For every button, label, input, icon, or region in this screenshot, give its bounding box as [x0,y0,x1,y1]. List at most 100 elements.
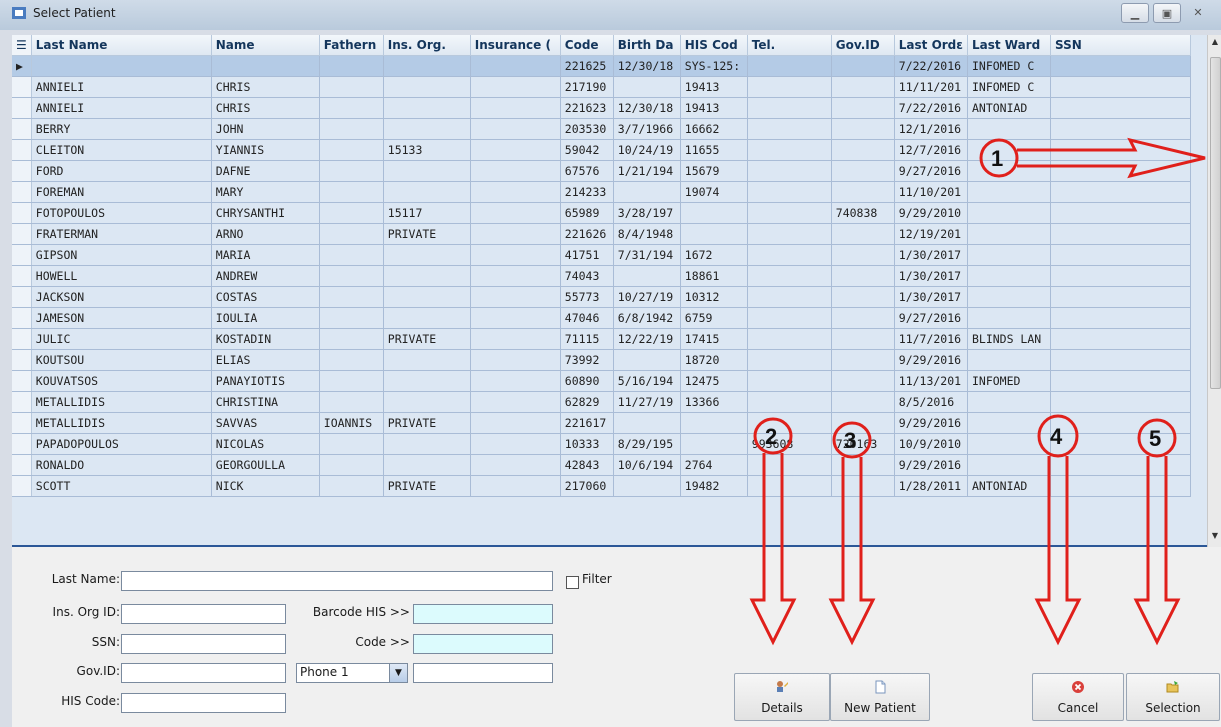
table-cell[interactable] [319,118,384,140]
table-cell[interactable] [1050,118,1191,140]
table-cell[interactable] [613,265,681,287]
table-cell[interactable]: 1/21/194 [613,160,681,182]
table-cell[interactable] [383,433,471,455]
table-cell[interactable] [967,391,1051,413]
table-cell[interactable] [470,433,561,455]
table-cell[interactable]: ANDREW [211,265,320,287]
row-indicator[interactable] [12,76,32,98]
table-cell[interactable] [967,454,1051,476]
table-cell[interactable] [1050,97,1191,119]
table-cell[interactable] [747,160,832,182]
table-cell[interactable]: SCOTT [31,475,212,497]
table-cell[interactable] [319,76,384,98]
table-cell[interactable]: SYS-125: [680,55,748,77]
table-row[interactable]: KOUVATSOS PANAYIOTIS 60890 5/16/194 12475 11/… [12,370,1191,392]
scroll-down-icon[interactable]: ▼ [1208,531,1221,545]
table-cell[interactable]: 15133 [383,139,471,161]
table-cell[interactable]: PRIVATE [383,223,471,245]
patient-grid[interactable]: ☰ Last Name Name Fathern Ins. Org. Insurance … [12,35,1207,547]
row-indicator[interactable] [12,454,32,476]
table-cell[interactable] [470,328,561,350]
table-cell[interactable]: 1/30/2017 [894,265,968,287]
table-cell[interactable] [831,223,895,245]
row-indicator[interactable] [12,412,32,434]
table-cell[interactable] [967,349,1051,371]
table-cell[interactable] [383,55,471,77]
column-header[interactable]: SSN [1050,35,1191,56]
table-cell[interactable] [831,139,895,161]
table-cell[interactable]: 62829 [560,391,614,413]
table-row[interactable]: JULIC KOSTADIN PRIVATE 71115 12/22/19 17415 11… [12,328,1191,350]
table-cell[interactable]: 10/6/194 [613,454,681,476]
table-cell[interactable]: 6/8/1942 [613,307,681,329]
table-cell[interactable]: MARY [211,181,320,203]
table-cell[interactable] [383,349,471,371]
table-cell[interactable] [470,202,561,224]
column-header[interactable]: Code [560,35,614,56]
table-cell[interactable]: HOWELL [31,265,212,287]
table-cell[interactable]: 203530 [560,118,614,140]
table-cell[interactable]: FRATERMAN [31,223,212,245]
table-cell[interactable]: RONALDO [31,454,212,476]
table-cell[interactable]: INFOMED [967,370,1051,392]
table-cell[interactable]: 19074 [680,181,748,203]
table-cell[interactable] [967,202,1051,224]
table-cell[interactable]: 73992 [560,349,614,371]
table-cell[interactable] [967,307,1051,329]
table-cell[interactable]: GEORGOULLA [211,454,320,476]
table-cell[interactable] [383,370,471,392]
table-cell[interactable]: 60890 [560,370,614,392]
table-cell[interactable]: 11/7/2016 [894,328,968,350]
table-cell[interactable]: 217060 [560,475,614,497]
row-indicator[interactable] [12,328,32,350]
table-cell[interactable] [967,286,1051,308]
column-header[interactable]: Gov.ID [831,35,895,56]
table-cell[interactable] [831,454,895,476]
table-cell[interactable]: 7/22/2016 [894,97,968,119]
table-cell[interactable] [1050,160,1191,182]
table-cell[interactable]: 15117 [383,202,471,224]
ins-org-input[interactable] [121,604,286,624]
table-cell[interactable]: 1/30/2017 [894,286,968,308]
table-cell[interactable]: CHRYSANTHI [211,202,320,224]
row-indicator[interactable] [12,139,32,161]
table-cell[interactable]: JAMESON [31,307,212,329]
table-row[interactable]: JAMESON IOULIA 47046 6/8/1942 6759 9/27/2016 [12,307,1191,329]
table-cell[interactable]: IOULIA [211,307,320,329]
table-cell[interactable] [747,139,832,161]
table-cell[interactable] [383,454,471,476]
table-cell[interactable] [470,97,561,119]
table-cell[interactable]: 12/1/2016 [894,118,968,140]
table-cell[interactable]: 41751 [560,244,614,266]
table-cell[interactable] [1050,76,1191,98]
table-cell[interactable] [319,181,384,203]
table-row[interactable]: FRATERMAN ARNO PRIVATE 221626 8/4/1948 12/19/… [12,223,1191,245]
selection-button[interactable]: Selection [1126,673,1220,721]
table-cell[interactable]: 9/29/2016 [894,349,968,371]
table-cell[interactable]: 71115 [560,328,614,350]
column-header[interactable]: Last Ward [967,35,1051,56]
table-cell[interactable]: 12/22/19 [613,328,681,350]
phone-select[interactable]: Phone 1 ▼ [296,663,408,683]
table-cell[interactable] [470,286,561,308]
table-cell[interactable] [967,433,1051,455]
table-cell[interactable]: JOHN [211,118,320,140]
table-cell[interactable] [1050,307,1191,329]
table-cell[interactable] [383,265,471,287]
table-cell[interactable]: 11/27/19 [613,391,681,413]
table-cell[interactable] [831,160,895,182]
table-cell[interactable]: YIANNIS [211,139,320,161]
table-cell[interactable] [747,454,832,476]
table-cell[interactable]: 19482 [680,475,748,497]
table-cell[interactable]: PRIVATE [383,475,471,497]
table-cell[interactable] [747,349,832,371]
table-cell[interactable]: KOUVATSOS [31,370,212,392]
table-cell[interactable]: 214233 [560,181,614,203]
table-cell[interactable] [319,328,384,350]
table-cell[interactable]: 3/7/1966 [613,118,681,140]
table-cell[interactable]: 221625 [560,55,614,77]
table-cell[interactable] [680,433,748,455]
table-cell[interactable]: 19413 [680,97,748,119]
new-patient-button[interactable]: New Patient [830,673,930,721]
table-cell[interactable] [470,139,561,161]
